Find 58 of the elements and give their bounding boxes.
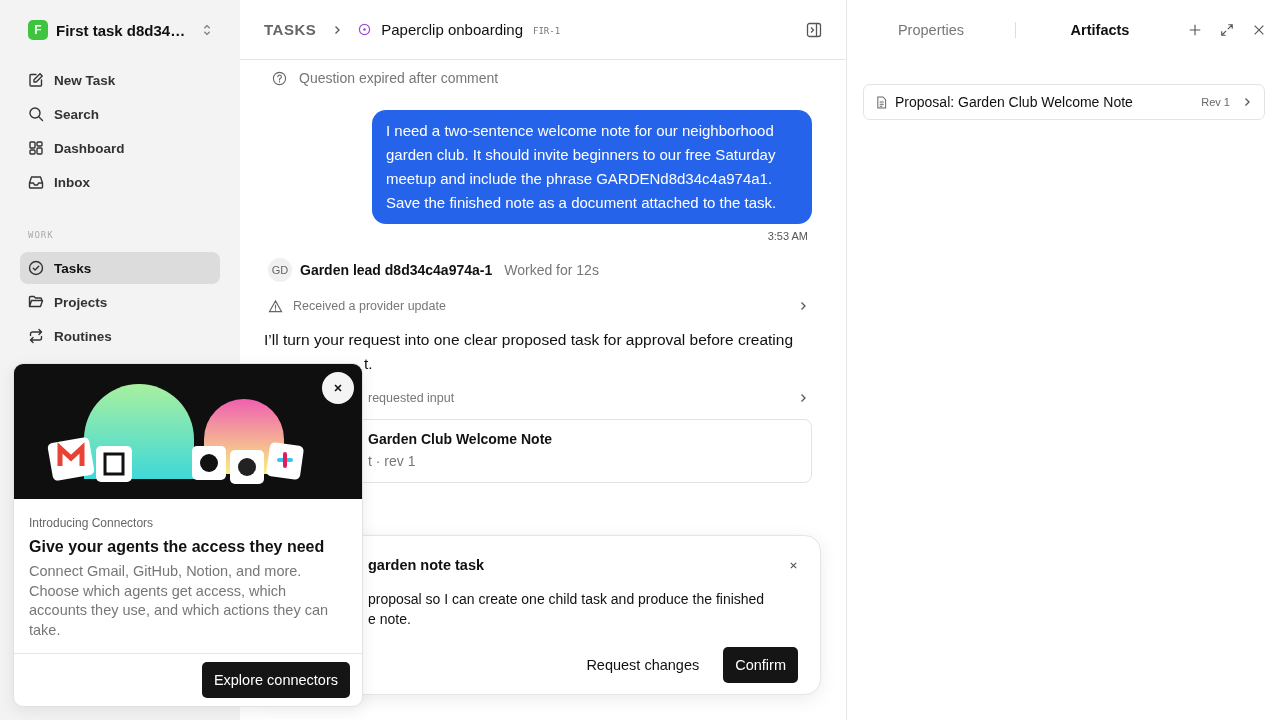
nav-item[interactable]: Inbox	[20, 166, 220, 198]
artifact-row[interactable]: Proposal: Garden Club Welcome Note Rev 1	[863, 84, 1265, 120]
warning-icon	[268, 298, 283, 314]
task-id: FIR-1	[533, 26, 561, 36]
request-changes-button[interactable]: Request changes	[574, 647, 712, 683]
workspace-logo: F	[28, 20, 48, 40]
artifact-title: Proposal: Garden Club Welcome Note	[895, 94, 1134, 110]
activity-row[interactable]: Received a provider update	[264, 294, 812, 318]
expand-icon[interactable]	[1220, 23, 1234, 37]
dialog-text: proposal so I can create one child task and produce the finished	[368, 590, 766, 609]
activity-row[interactable]: requested input	[264, 386, 812, 410]
chevron-right-icon	[798, 301, 808, 311]
nav-item[interactable]: Projects	[20, 286, 220, 318]
panel-tab[interactable]: Properties	[847, 16, 1015, 44]
workspace-name[interactable]: First task d8d34…	[56, 21, 194, 39]
popover-eyebrow: Introducing Connectors	[29, 516, 155, 530]
revision-label: Rev 1	[1201, 96, 1230, 108]
search-icon	[28, 106, 44, 122]
chevron-up-down-icon[interactable]	[202, 23, 212, 37]
agent-name: Garden lead d8d34c4a974a-1	[300, 262, 493, 278]
panel-tab[interactable]: Artifacts	[1016, 16, 1184, 44]
repeat-icon	[28, 328, 44, 344]
message-time: 3:53 AM	[767, 230, 808, 242]
close-icon	[333, 383, 343, 393]
explore-connectors-button[interactable]: Explore connectors	[201, 662, 350, 698]
dashboard-icon	[28, 140, 44, 156]
task-title: Paperclip onboarding	[381, 21, 523, 38]
nav-item[interactable]: Routines	[20, 320, 220, 352]
popover-description: Connect Gmail, GitHub, Notion, and more. Choose which agents get access, which accounts they use, and which actions they can take.	[29, 562, 330, 640]
breadcrumb-link[interactable]: TASKS	[264, 21, 317, 38]
message-text: I’ll turn your request into one clear proposed task for approval before creating	[264, 330, 795, 350]
work-duration: Worked for 12s	[504, 262, 599, 278]
document-icon	[876, 95, 887, 109]
nav-item[interactable]: Tasks	[20, 252, 220, 284]
close-icon[interactable]	[1252, 23, 1266, 37]
question-icon	[272, 70, 287, 86]
chevron-right-icon	[1242, 97, 1252, 107]
status-circle-icon	[358, 23, 372, 36]
nav-item[interactable]: Dashboard	[20, 132, 220, 164]
message-bubble: I need a two-sentence welcome note for our neighborhood garden club. It should invite beginners to our free Saturday meetup and include the phrase GARDENd8d34c4a974a1. Save the finished note as a document attached to the task.	[372, 110, 812, 224]
folder-icon	[28, 294, 44, 310]
dialog-title: garden note task	[368, 557, 485, 573]
nav-item[interactable]: Search	[20, 98, 220, 130]
section-heading: WORK	[28, 230, 55, 240]
popover-title: Give your agents the access they need	[29, 538, 326, 556]
add-icon[interactable]	[1188, 23, 1202, 37]
message-text: t.	[363, 354, 374, 374]
confirm-button[interactable]: Confirm	[723, 647, 798, 683]
dialog-text: e note.	[368, 610, 412, 629]
event-text: Question expired after comment	[299, 70, 499, 86]
edit-icon	[28, 72, 44, 88]
agent-avatar: GD	[268, 258, 292, 282]
close-icon[interactable]	[789, 560, 798, 570]
chevron-right-icon	[798, 393, 808, 403]
nav-item[interactable]: New Task	[20, 64, 220, 96]
panel-toggle-icon[interactable]	[806, 21, 822, 38]
inbox-icon	[28, 174, 44, 190]
check-circle-icon	[28, 260, 44, 276]
